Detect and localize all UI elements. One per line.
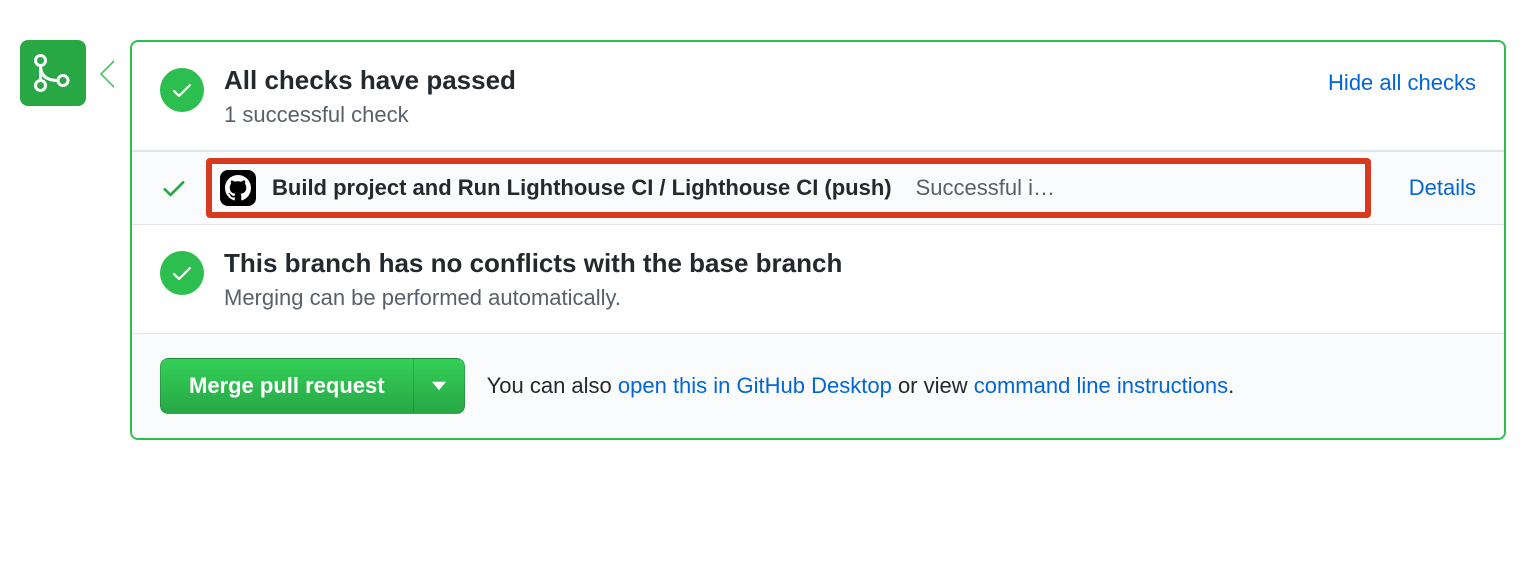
checks-summary-section: All checks have passed 1 successful chec… — [132, 42, 1504, 151]
highlighted-check: Build project and Run Lighthouse CI / Li… — [206, 158, 1371, 218]
merge-options-dropdown[interactable] — [413, 358, 465, 414]
check-details-link[interactable]: Details — [1409, 175, 1476, 201]
conflicts-subtitle: Merging can be performed automatically. — [224, 285, 1476, 311]
checks-subtitle: 1 successful check — [224, 102, 1308, 128]
merge-footer: Merge pull request You can also open thi… — [132, 334, 1504, 438]
git-merge-icon — [33, 53, 73, 93]
toggle-checks-link[interactable]: Hide all checks — [1328, 70, 1476, 96]
caret-down-icon — [432, 381, 446, 391]
hint-prefix: You can also — [487, 373, 618, 398]
conflicts-section: This branch has no conflicts with the ba… — [132, 225, 1504, 334]
merge-status-box: All checks have passed 1 successful chec… — [130, 40, 1506, 440]
checks-status-indicator — [160, 68, 204, 112]
checks-title: All checks have passed — [224, 64, 1308, 98]
hint-middle: or view — [892, 373, 974, 398]
cli-instructions-link[interactable]: command line instructions — [974, 373, 1228, 398]
conflicts-status-indicator — [160, 251, 204, 295]
check-name: Build project and Run Lighthouse CI / Li… — [272, 175, 892, 201]
open-desktop-link[interactable]: open this in GitHub Desktop — [618, 373, 892, 398]
merge-hint-text: You can also open this in GitHub Desktop… — [487, 373, 1235, 399]
merge-pull-request-button[interactable]: Merge pull request — [160, 358, 413, 414]
check-icon — [160, 174, 188, 202]
merge-button-group: Merge pull request — [160, 358, 465, 414]
check-icon — [170, 261, 194, 285]
conflicts-title: This branch has no conflicts with the ba… — [224, 247, 1476, 281]
check-row: Build project and Run Lighthouse CI / Li… — [132, 151, 1504, 225]
check-icon — [170, 78, 194, 102]
check-status-text: Successful i… — [916, 175, 1351, 201]
hint-suffix: . — [1228, 373, 1234, 398]
box-pointer-inner — [102, 62, 114, 86]
merge-timeline-badge — [20, 40, 86, 106]
github-actions-icon — [220, 170, 256, 206]
